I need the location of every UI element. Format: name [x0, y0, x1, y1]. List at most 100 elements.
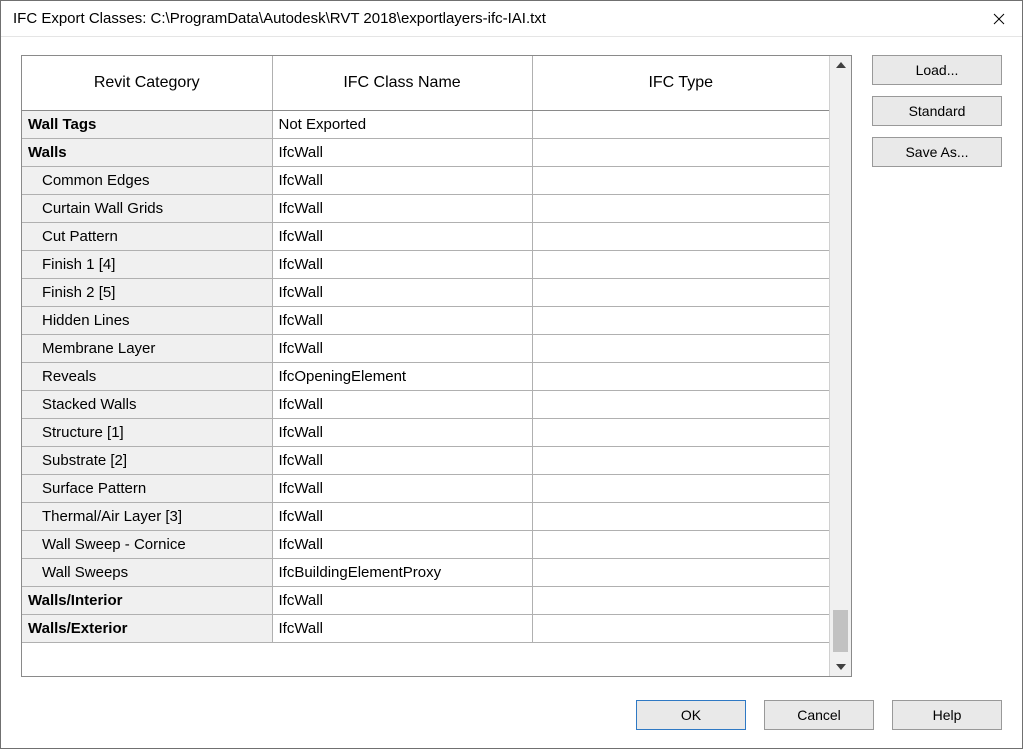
col-header-category[interactable]: Revit Category [22, 56, 272, 111]
cell-ifc-type[interactable] [532, 363, 829, 391]
cell-ifc-type[interactable] [532, 419, 829, 447]
cell-category[interactable]: Wall Sweep - Cornice [22, 531, 272, 559]
close-button[interactable] [976, 1, 1022, 36]
cell-ifc-type[interactable] [532, 335, 829, 363]
close-icon [993, 13, 1005, 25]
cell-ifc-class[interactable]: IfcWall [272, 615, 532, 643]
vertical-scrollbar[interactable] [829, 56, 851, 676]
cell-category[interactable]: Wall Tags [22, 111, 272, 139]
cell-ifc-class[interactable]: IfcWall [272, 195, 532, 223]
save-as-button[interactable]: Save As... [872, 137, 1002, 167]
cell-ifc-class[interactable]: IfcWall [272, 167, 532, 195]
cell-ifc-type[interactable] [532, 251, 829, 279]
cell-category[interactable]: Wall Sweeps [22, 559, 272, 587]
table-container: Revit Category IFC Class Name IFC Type W… [21, 55, 852, 677]
cell-ifc-class[interactable]: IfcWall [272, 447, 532, 475]
cell-ifc-type[interactable] [532, 559, 829, 587]
cell-category[interactable]: Substrate [2] [22, 447, 272, 475]
table-row[interactable]: Finish 2 [5]IfcWall [22, 279, 829, 307]
cell-ifc-class[interactable]: IfcWall [272, 531, 532, 559]
cell-ifc-class[interactable]: IfcWall [272, 391, 532, 419]
cell-ifc-class[interactable]: IfcWall [272, 587, 532, 615]
table-row[interactable]: Substrate [2]IfcWall [22, 447, 829, 475]
cell-category[interactable]: Thermal/Air Layer [3] [22, 503, 272, 531]
load-button[interactable]: Load... [872, 55, 1002, 85]
cell-ifc-class[interactable]: IfcWall [272, 503, 532, 531]
scroll-up-icon[interactable] [836, 62, 846, 68]
cell-category[interactable]: Hidden Lines [22, 307, 272, 335]
titlebar: IFC Export Classes: C:\ProgramData\Autod… [1, 1, 1022, 37]
cell-ifc-class[interactable]: IfcWall [272, 223, 532, 251]
cell-ifc-class[interactable]: IfcWall [272, 139, 532, 167]
dialog-footer: OK Cancel Help [1, 686, 1022, 748]
scroll-down-icon[interactable] [836, 664, 846, 670]
dialog-content: Revit Category IFC Class Name IFC Type W… [1, 37, 1022, 686]
table-row[interactable]: Wall SweepsIfcBuildingElementProxy [22, 559, 829, 587]
cell-category[interactable]: Surface Pattern [22, 475, 272, 503]
table-row[interactable]: Hidden LinesIfcWall [22, 307, 829, 335]
cell-category[interactable]: Finish 2 [5] [22, 279, 272, 307]
cell-ifc-class[interactable]: IfcWall [272, 335, 532, 363]
cell-ifc-class[interactable]: IfcWall [272, 279, 532, 307]
help-button[interactable]: Help [892, 700, 1002, 730]
table-row[interactable]: Cut PatternIfcWall [22, 223, 829, 251]
cell-ifc-class[interactable]: IfcWall [272, 307, 532, 335]
table-row[interactable]: Structure [1]IfcWall [22, 419, 829, 447]
cell-category[interactable]: Curtain Wall Grids [22, 195, 272, 223]
cell-ifc-type[interactable] [532, 139, 829, 167]
side-button-panel: Load... Standard Save As... [872, 55, 1002, 686]
col-header-type[interactable]: IFC Type [532, 56, 829, 111]
cell-category[interactable]: Structure [1] [22, 419, 272, 447]
ifc-table: Revit Category IFC Class Name IFC Type W… [22, 56, 829, 643]
cell-ifc-type[interactable] [532, 111, 829, 139]
table-row[interactable]: Membrane LayerIfcWall [22, 335, 829, 363]
cell-ifc-type[interactable] [532, 195, 829, 223]
table-row[interactable]: Common EdgesIfcWall [22, 167, 829, 195]
col-header-class[interactable]: IFC Class Name [272, 56, 532, 111]
table-row[interactable]: Curtain Wall GridsIfcWall [22, 195, 829, 223]
cell-ifc-class[interactable]: IfcBuildingElementProxy [272, 559, 532, 587]
cell-category[interactable]: Finish 1 [4] [22, 251, 272, 279]
cell-ifc-class[interactable]: IfcWall [272, 475, 532, 503]
cell-ifc-class[interactable]: Not Exported [272, 111, 532, 139]
cell-ifc-type[interactable] [532, 587, 829, 615]
table-row[interactable]: Stacked WallsIfcWall [22, 391, 829, 419]
cancel-button[interactable]: Cancel [764, 700, 874, 730]
cell-category[interactable]: Walls/Exterior [22, 615, 272, 643]
cell-ifc-class[interactable]: IfcOpeningElement [272, 363, 532, 391]
table-row[interactable]: Walls/InteriorIfcWall [22, 587, 829, 615]
table-row[interactable]: RevealsIfcOpeningElement [22, 363, 829, 391]
table-row[interactable]: Thermal/Air Layer [3]IfcWall [22, 503, 829, 531]
cell-ifc-class[interactable]: IfcWall [272, 419, 532, 447]
cell-ifc-type[interactable] [532, 223, 829, 251]
cell-category[interactable]: Reveals [22, 363, 272, 391]
cell-ifc-type[interactable] [532, 475, 829, 503]
standard-button[interactable]: Standard [872, 96, 1002, 126]
table-row[interactable]: Wall Sweep - CorniceIfcWall [22, 531, 829, 559]
cell-ifc-type[interactable] [532, 615, 829, 643]
table-row[interactable]: Wall TagsNot Exported [22, 111, 829, 139]
window-title: IFC Export Classes: C:\ProgramData\Autod… [13, 10, 976, 27]
scroll-thumb[interactable] [833, 610, 848, 652]
dialog-window: IFC Export Classes: C:\ProgramData\Autod… [0, 0, 1023, 749]
cell-ifc-type[interactable] [532, 279, 829, 307]
cell-category[interactable]: Walls/Interior [22, 587, 272, 615]
table-row[interactable]: Finish 1 [4]IfcWall [22, 251, 829, 279]
cell-ifc-type[interactable] [532, 503, 829, 531]
cell-ifc-type[interactable] [532, 307, 829, 335]
cell-category[interactable]: Membrane Layer [22, 335, 272, 363]
cell-ifc-type[interactable] [532, 167, 829, 195]
table-row[interactable]: Walls/ExteriorIfcWall [22, 615, 829, 643]
cell-category[interactable]: Cut Pattern [22, 223, 272, 251]
cell-category[interactable]: Walls [22, 139, 272, 167]
cell-ifc-type[interactable] [532, 531, 829, 559]
table-scroll: Revit Category IFC Class Name IFC Type W… [22, 56, 829, 676]
cell-ifc-type[interactable] [532, 447, 829, 475]
cell-category[interactable]: Stacked Walls [22, 391, 272, 419]
cell-ifc-class[interactable]: IfcWall [272, 251, 532, 279]
cell-category[interactable]: Common Edges [22, 167, 272, 195]
ok-button[interactable]: OK [636, 700, 746, 730]
cell-ifc-type[interactable] [532, 391, 829, 419]
table-row[interactable]: WallsIfcWall [22, 139, 829, 167]
table-row[interactable]: Surface PatternIfcWall [22, 475, 829, 503]
